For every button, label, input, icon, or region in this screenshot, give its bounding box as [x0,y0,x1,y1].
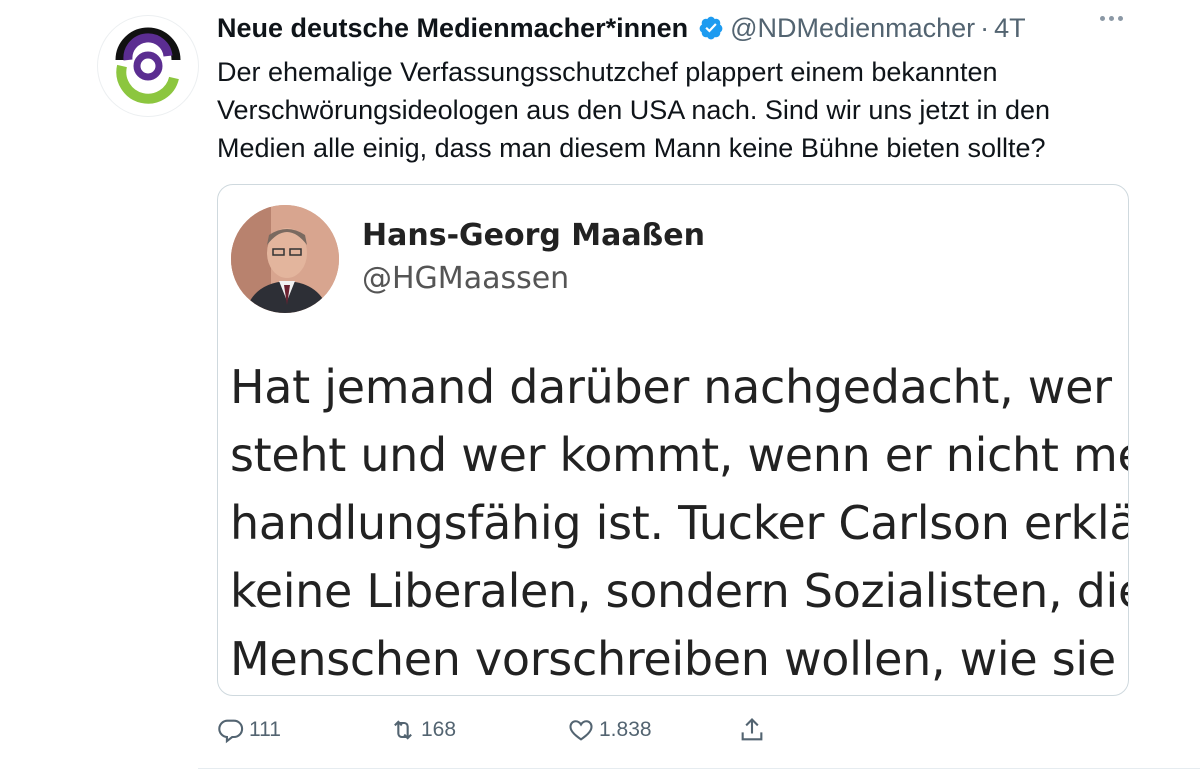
tweet-text-line: Der ehemalige Verfassungsschutzchef plap… [217,57,998,87]
quoted-tweet-text: Hat jemand darüber nachgedacht, wer h st… [230,353,1129,693]
quoted-text-line: Menschen vorschreiben wollen, wie sie z [230,632,1129,686]
quoted-author-avatar [231,205,339,313]
quoted-author-handle: @HGMaassen [362,261,570,296]
tweet[interactable]: Neue deutsche Medienmacher*innen @NDMedi… [0,0,1200,775]
tweet-header: Neue deutsche Medienmacher*innen @NDMedi… [217,10,1026,46]
author-handle[interactable]: @NDMedienmacher [730,13,975,44]
retweet-button[interactable]: 168 [389,712,456,748]
quoted-text-line: Hat jemand darüber nachgedacht, wer h [230,360,1129,414]
heart-icon [569,720,593,741]
like-button[interactable]: 1.838 [567,712,652,748]
reply-icon [218,719,244,744]
verified-badge-icon [698,15,724,41]
reply-button[interactable]: 111 [217,712,281,748]
tweet-text: Der ehemalige Verfassungsschutzchef plap… [217,53,1157,167]
author-display-name[interactable]: Neue deutsche Medienmacher*innen [217,13,688,44]
retweet-icon [394,720,412,740]
quoted-text-line: handlungsfähig ist. Tucker Carlson erklä… [230,496,1129,550]
quoted-author-name: Hans-Georg Maaßen [362,218,705,253]
share-button[interactable] [738,712,770,748]
more-options-icon[interactable] [1100,16,1123,21]
tweet-divider [198,768,1200,769]
ndm-logo-icon [99,17,197,115]
quoted-text-line: keine Liberalen, sondern Sozialisten, di… [230,564,1129,618]
retweet-count: 168 [421,718,457,741]
reply-count: 111 [249,718,281,741]
author-avatar[interactable] [98,16,198,116]
quoted-tweet-card[interactable]: Hans-Georg Maaßen @HGMaassen Hat jemand … [217,184,1129,696]
tweet-timestamp[interactable]: 4T [994,13,1026,44]
quoted-text-line: steht und wer kommt, wenn er nicht me [230,428,1129,482]
tweet-text-line: Medien alle einig, dass man diesem Mann … [217,133,1046,163]
separator-dot: · [980,12,990,43]
tweet-actions: 111 168 1.838 [217,712,817,748]
like-count: 1.838 [599,718,652,741]
share-icon [741,718,763,741]
tweet-text-line: Verschwörungsideologen aus den USA nach.… [217,95,1051,125]
